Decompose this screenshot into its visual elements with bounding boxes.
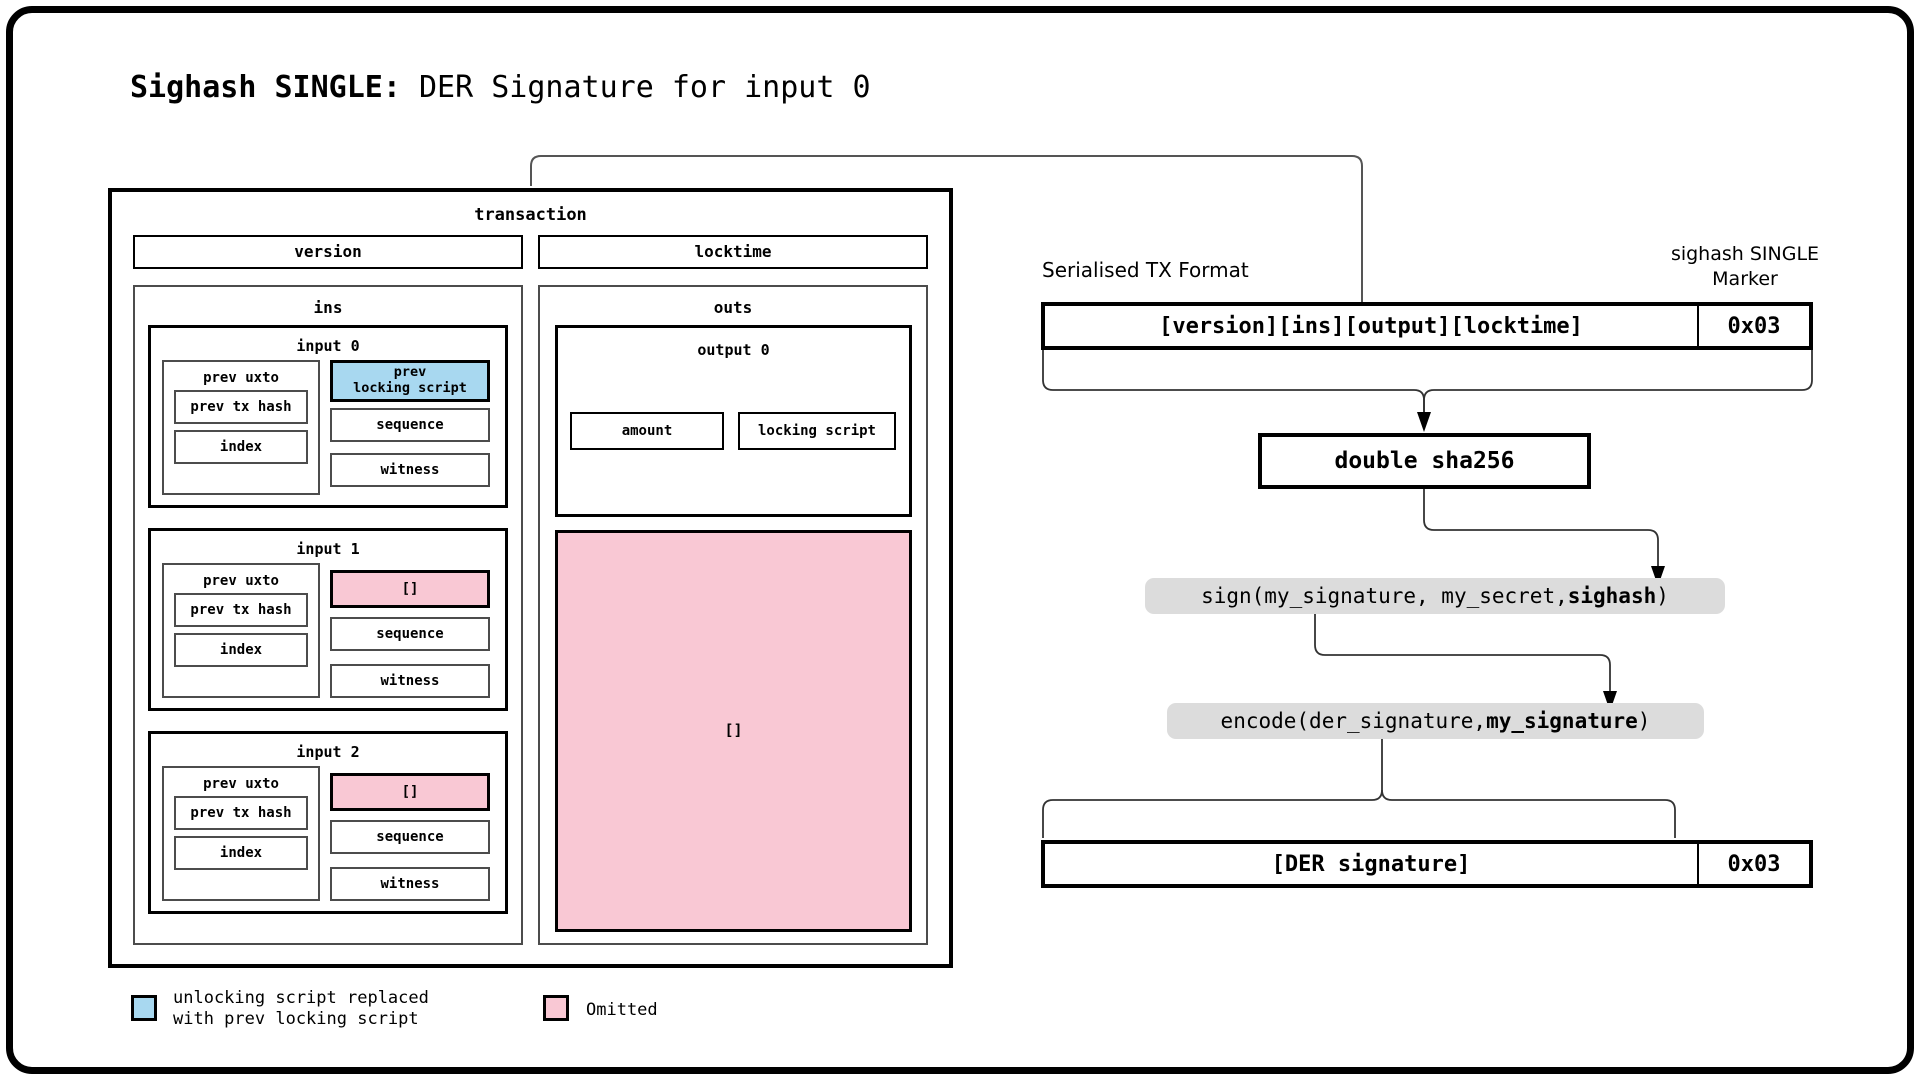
input-2-locking-script: [] [330,773,490,811]
serialised-tx-box: [version][ins][output][locktime] 0x03 [1041,302,1813,350]
input-0-index: index [174,430,308,464]
ins-label: ins [313,298,343,317]
marker-caption-line2: Marker [1712,268,1778,290]
result-box: [DER signature] 0x03 [1041,840,1813,888]
input-0-prev-uxto: prev uxto [162,360,320,495]
sign-pill-bold: sighash [1567,584,1657,608]
input-1-locking-script: [] [330,570,490,608]
marker-caption-line1: sighash SINGLE [1670,243,1820,265]
result-box-main: [DER signature] [1271,851,1471,877]
input-1-sequence: sequence [330,617,490,651]
input-1-witness: witness [330,664,490,698]
double-sha256-box: double sha256 [1258,433,1591,489]
outs-omitted-block: [] [555,530,912,932]
input-0-prev-uxto-label: prev uxto [203,370,279,386]
legend-text-replaced: unlocking script replaced with prev lock… [173,988,429,1030]
output-0-amount: amount [570,412,724,450]
input-0-locking-script: prev locking script [330,360,490,402]
input-1-label: input 1 [296,540,360,558]
encode-pill: encode(der_signature, my_signature) [1167,703,1704,739]
input-2-label: input 2 [296,743,360,761]
input-2-prev-uxto-label: prev uxto [203,776,279,792]
input-0-witness: witness [330,453,490,487]
legend-swatch-omitted [543,995,569,1021]
locktime-box: locktime [538,235,928,269]
output-0-locking-script: locking script [738,412,896,450]
input-1-prev-tx-hash: prev tx hash [174,593,308,627]
legend-swatch-replaced [131,995,157,1021]
input-1-index: index [174,633,308,667]
sign-pill-suffix: ) [1656,584,1669,608]
input-1-prev-uxto: prev uxto [162,563,320,698]
legend-text-omitted: Omitted [586,1000,658,1020]
input-2-prev-uxto: prev uxto [162,766,320,901]
encode-pill-suffix: ) [1637,709,1651,733]
input-2-witness: witness [330,867,490,901]
page-title: Sighash SINGLE: DER Signature for input … [130,70,871,105]
input-0-prev-tx-hash: prev tx hash [174,390,308,424]
input-2-index: index [174,836,308,870]
input-0-sequence: sequence [330,408,490,442]
input-1-prev-uxto-label: prev uxto [203,573,279,589]
serialised-tx-caption: Serialised TX Format [1042,258,1249,282]
output-0-label: output 0 [697,341,770,359]
encode-pill-prefix: encode(der_signature, [1220,709,1487,733]
transaction-label: transaction [474,205,587,225]
serialised-tx-main: [version][ins][output][locktime] [1159,313,1583,339]
sign-pill-prefix: sign(my_signature, my_secret, [1201,584,1568,608]
page-title-bold: Sighash SINGLE: [130,70,401,105]
page-title-rest: DER Signature for input 0 [400,70,871,105]
result-box-marker: 0x03 [1727,851,1781,877]
input-2-sequence: sequence [330,820,490,854]
input-0-label: input 0 [296,337,360,355]
input-2-prev-tx-hash: prev tx hash [174,796,308,830]
outs-label: outs [713,298,753,317]
version-box: version [133,235,523,269]
diagram-canvas: Sighash SINGLE: DER Signature for input … [0,0,1920,1080]
serialised-tx-marker: 0x03 [1727,313,1781,339]
encode-pill-bold: my_signature [1486,709,1638,733]
sign-pill: sign(my_signature, my_secret, sighash) [1145,578,1725,614]
